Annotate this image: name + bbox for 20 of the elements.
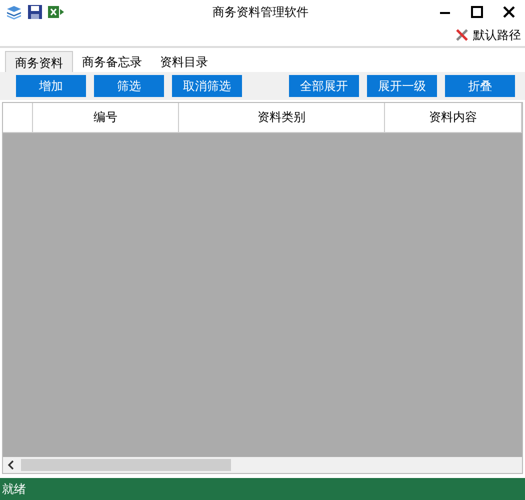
toolbar-button[interactable]: 筛选 xyxy=(94,75,164,97)
scroll-left-icon[interactable] xyxy=(7,460,15,470)
toolbar-button[interactable]: 全部展开 xyxy=(289,75,359,97)
scrollbar-thumb[interactable] xyxy=(21,459,231,471)
tab[interactable]: 资料目录 xyxy=(151,51,217,72)
stack-icon[interactable] xyxy=(6,4,22,20)
spreadsheet-icon[interactable] xyxy=(48,5,64,19)
save-icon[interactable] xyxy=(28,5,42,19)
tab[interactable]: 商务资料 xyxy=(5,51,73,72)
window-title: 商务资料管理软件 xyxy=(212,4,310,20)
maximize-icon[interactable] xyxy=(471,6,483,18)
default-path-button[interactable]: 默认路径 xyxy=(451,26,525,44)
toolbar-button[interactable]: 取消筛选 xyxy=(172,75,242,97)
toolbar-button[interactable]: 增加 xyxy=(16,75,86,97)
toolbar-button[interactable]: 展开一级 xyxy=(367,75,437,97)
status-text: 就绪 xyxy=(2,480,26,498)
toolbar-button[interactable]: 折叠 xyxy=(445,75,515,97)
close-icon[interactable] xyxy=(503,6,515,18)
tab[interactable]: 商务备忘录 xyxy=(73,51,151,72)
horizontal-scrollbar[interactable] xyxy=(3,457,522,473)
